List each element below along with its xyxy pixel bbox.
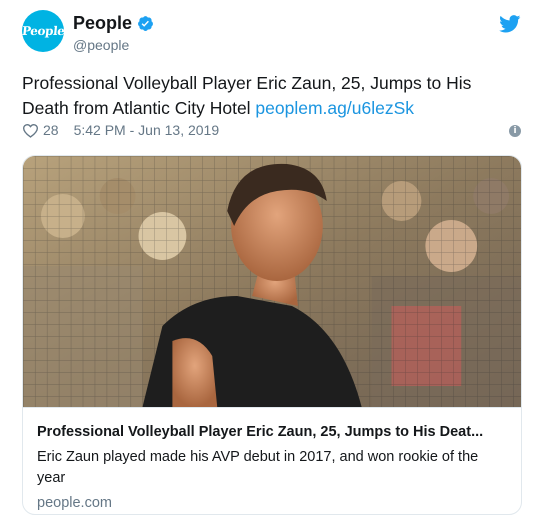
card-description: Eric Zaun played made his AVP debut in 2… <box>37 449 479 486</box>
info-icon[interactable]: i <box>509 125 521 137</box>
verified-badge-icon <box>138 15 153 31</box>
card-image[interactable] <box>23 156 521 407</box>
card-body[interactable]: Professional Volleyball Player Eric Zaun… <box>23 407 521 511</box>
like-count: 28 <box>43 122 59 138</box>
handle[interactable]: @people <box>73 37 129 53</box>
tweet-text: Professional Volleyball Player Eric Zaun… <box>22 71 522 121</box>
tweet-embed: People People @people Professional Volle… <box>0 0 543 515</box>
link-card[interactable]: Professional Volleyball Player Eric Zaun… <box>22 155 522 515</box>
card-title[interactable]: Professional Volleyball Player Eric Zaun… <box>37 423 507 441</box>
heart-icon[interactable] <box>22 123 39 138</box>
display-name[interactable]: People <box>73 13 132 33</box>
timestamp[interactable]: 5:42 PM - Jun 13, 2019 <box>74 122 220 138</box>
tweet-meta: 28 5:42 PM - Jun 13, 2019 <box>22 122 219 138</box>
card-domain: people.com <box>37 495 112 511</box>
avatar-logo-text: People <box>22 24 64 38</box>
twitter-bird-icon[interactable] <box>499 15 521 33</box>
tweet-link[interactable]: peoplem.ag/u6lezSk <box>255 98 414 118</box>
avatar[interactable]: People <box>22 10 64 52</box>
name-row: People <box>73 13 154 33</box>
